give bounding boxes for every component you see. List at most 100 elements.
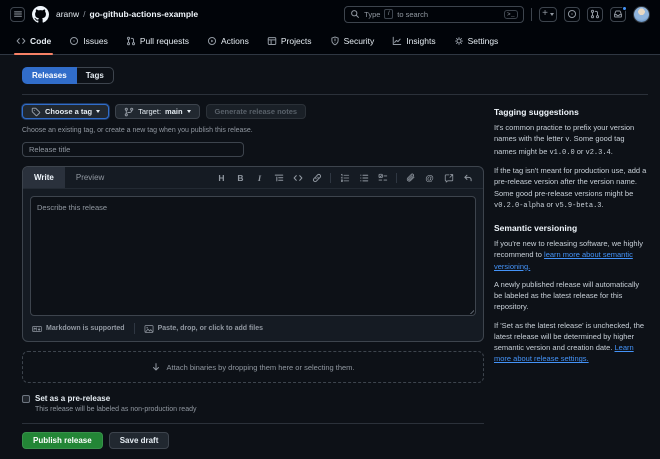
editor-footer: Markdown is supported Paste, drop, or cl… xyxy=(23,323,483,341)
tab-projects[interactable]: Projects xyxy=(259,28,320,54)
sidebar-text: . xyxy=(601,199,604,209)
search-placeholder-prefix: Type xyxy=(364,9,381,19)
tab-settings[interactable]: Settings xyxy=(446,28,507,54)
gear-icon xyxy=(454,36,464,46)
breadcrumb-separator: / xyxy=(83,9,86,19)
sidebar-text: or xyxy=(574,146,586,156)
global-search-input[interactable]: Type / to search >_ xyxy=(344,5,525,23)
code-icon[interactable] xyxy=(292,172,303,183)
target-branch-name: main xyxy=(165,107,183,116)
generate-release-notes-button[interactable]: Generate release notes xyxy=(205,104,307,119)
tab-pull-requests[interactable]: Pull requests xyxy=(118,28,197,54)
table-icon xyxy=(267,36,277,46)
sidebar-text: or xyxy=(544,199,556,209)
sidebar-text: . xyxy=(610,146,613,156)
unordered-list-icon[interactable] xyxy=(358,172,369,183)
sidebar-paragraph-0-1: If the tag isn't meant for production us… xyxy=(494,165,648,211)
mention-icon[interactable]: @ xyxy=(424,172,435,183)
search-placeholder-suffix: to search xyxy=(397,9,429,19)
actions-divider xyxy=(22,423,484,424)
play-icon xyxy=(207,36,217,46)
code-text: v2.3.4 xyxy=(585,148,611,157)
italic-icon[interactable]: I xyxy=(254,172,265,183)
tab-label-actions: Actions xyxy=(220,36,249,46)
pull-requests-dashboard-button[interactable] xyxy=(587,6,603,22)
code-text: v5.9-beta.3 xyxy=(555,201,602,210)
code-text: v0.2.0-alpha xyxy=(494,201,545,210)
tab-security[interactable]: Security xyxy=(322,28,383,54)
tags-tab[interactable]: Tags xyxy=(76,67,114,84)
save-draft-button[interactable]: Save draft xyxy=(108,432,170,449)
top-bar: aranw / go-github-actions-example Type /… xyxy=(0,0,660,55)
target-label: Target: xyxy=(138,107,162,116)
tag-controls: Choose a tag Target: main Generate relea… xyxy=(22,104,484,119)
paperclip-icon[interactable] xyxy=(405,172,416,183)
chevron-down-icon xyxy=(550,12,554,16)
toolbar-divider xyxy=(330,172,331,183)
sidebar-paragraph-1-0: If you're new to releasing software, we … xyxy=(494,238,648,272)
markdown-note-label: Markdown is supported xyxy=(46,325,125,332)
header-divider xyxy=(531,7,533,21)
search-icon xyxy=(350,9,360,19)
notifications-button[interactable] xyxy=(610,5,627,22)
target-branch-button[interactable]: Target: main xyxy=(115,104,200,119)
release-form: Choose a tag Target: main Generate relea… xyxy=(22,95,484,459)
markdown-supported-note[interactable]: Markdown is supported xyxy=(32,324,125,334)
prerelease-description: This release will be labeled as non-prod… xyxy=(35,406,197,413)
issue-opened-icon xyxy=(567,9,577,19)
tab-label-code: Code xyxy=(30,36,52,46)
task-list-icon[interactable] xyxy=(377,172,388,183)
tab-actions[interactable]: Actions xyxy=(199,28,257,54)
choose-tag-label: Choose a tag xyxy=(45,107,93,116)
breadcrumb-repo[interactable]: go-github-actions-example xyxy=(90,9,199,19)
sidebar: Tagging suggestions It's common practice … xyxy=(494,95,648,459)
preview-tab[interactable]: Preview xyxy=(65,167,115,188)
attach-files-note[interactable]: Paste, drop, or click to add files xyxy=(144,324,263,334)
git-branch-icon xyxy=(124,107,134,117)
sidebar-text: If the tag isn't meant for production us… xyxy=(494,166,647,198)
markdown-icon xyxy=(32,324,42,334)
chevron-down-icon xyxy=(96,110,101,113)
heading-icon[interactable]: H xyxy=(216,172,227,183)
editor-header: Write Preview H B I @ xyxy=(23,167,483,189)
publish-release-button[interactable]: Publish release xyxy=(22,432,103,449)
tab-label-projects: Projects xyxy=(280,36,312,46)
tab-insights[interactable]: Insights xyxy=(384,28,443,54)
issue-opened-icon xyxy=(69,36,79,46)
issues-dashboard-button[interactable] xyxy=(564,6,580,22)
releases-tags-switch: Releases Tags xyxy=(22,67,648,84)
tab-label-security: Security xyxy=(343,36,375,46)
pull-request-icon xyxy=(126,36,136,46)
release-description-textarea[interactable] xyxy=(30,196,476,316)
editor-body-wrap xyxy=(23,189,483,323)
reply-icon[interactable] xyxy=(462,172,473,183)
attach-binaries-dropzone[interactable]: Attach binaries by dropping them here or… xyxy=(22,351,484,383)
command-palette-icon[interactable]: >_ xyxy=(503,9,519,19)
page-content: Releases Tags Choose a tag Target: main xyxy=(0,55,660,459)
sidebar-paragraph-0-0: It's common practice to prefix your vers… xyxy=(494,122,648,158)
breadcrumb-owner[interactable]: aranw xyxy=(56,9,79,19)
tab-code[interactable]: Code xyxy=(8,28,59,55)
bold-icon[interactable]: B xyxy=(235,172,246,183)
choose-tag-button[interactable]: Choose a tag xyxy=(22,104,110,119)
github-logo-icon[interactable] xyxy=(32,5,49,23)
tab-label-issues: Issues xyxy=(83,36,108,46)
markdown-editor: Write Preview HBI @ Markdown is supported xyxy=(22,166,484,342)
cross-reference-icon[interactable] xyxy=(443,172,454,183)
tab-label-pull-requests: Pull requests xyxy=(139,36,189,46)
link-icon[interactable] xyxy=(311,172,322,183)
sidebar-heading-1: Semantic versioning xyxy=(494,223,578,234)
user-avatar[interactable] xyxy=(633,5,650,23)
prerelease-label[interactable]: Set as a pre-release xyxy=(35,394,196,403)
ordered-list-icon[interactable] xyxy=(339,172,350,183)
quote-icon[interactable] xyxy=(273,172,284,183)
release-title-input[interactable] xyxy=(22,142,244,157)
write-tab[interactable]: Write xyxy=(23,167,65,188)
prerelease-checkbox[interactable] xyxy=(22,395,30,403)
global-menu-button[interactable] xyxy=(10,6,25,22)
tab-label-insights: Insights xyxy=(406,36,436,46)
releases-tab[interactable]: Releases xyxy=(22,67,77,84)
tag-caption: Choose an existing tag, or create a new … xyxy=(22,127,253,134)
create-new-button[interactable]: + xyxy=(539,6,557,22)
tab-issues[interactable]: Issues xyxy=(61,28,116,54)
